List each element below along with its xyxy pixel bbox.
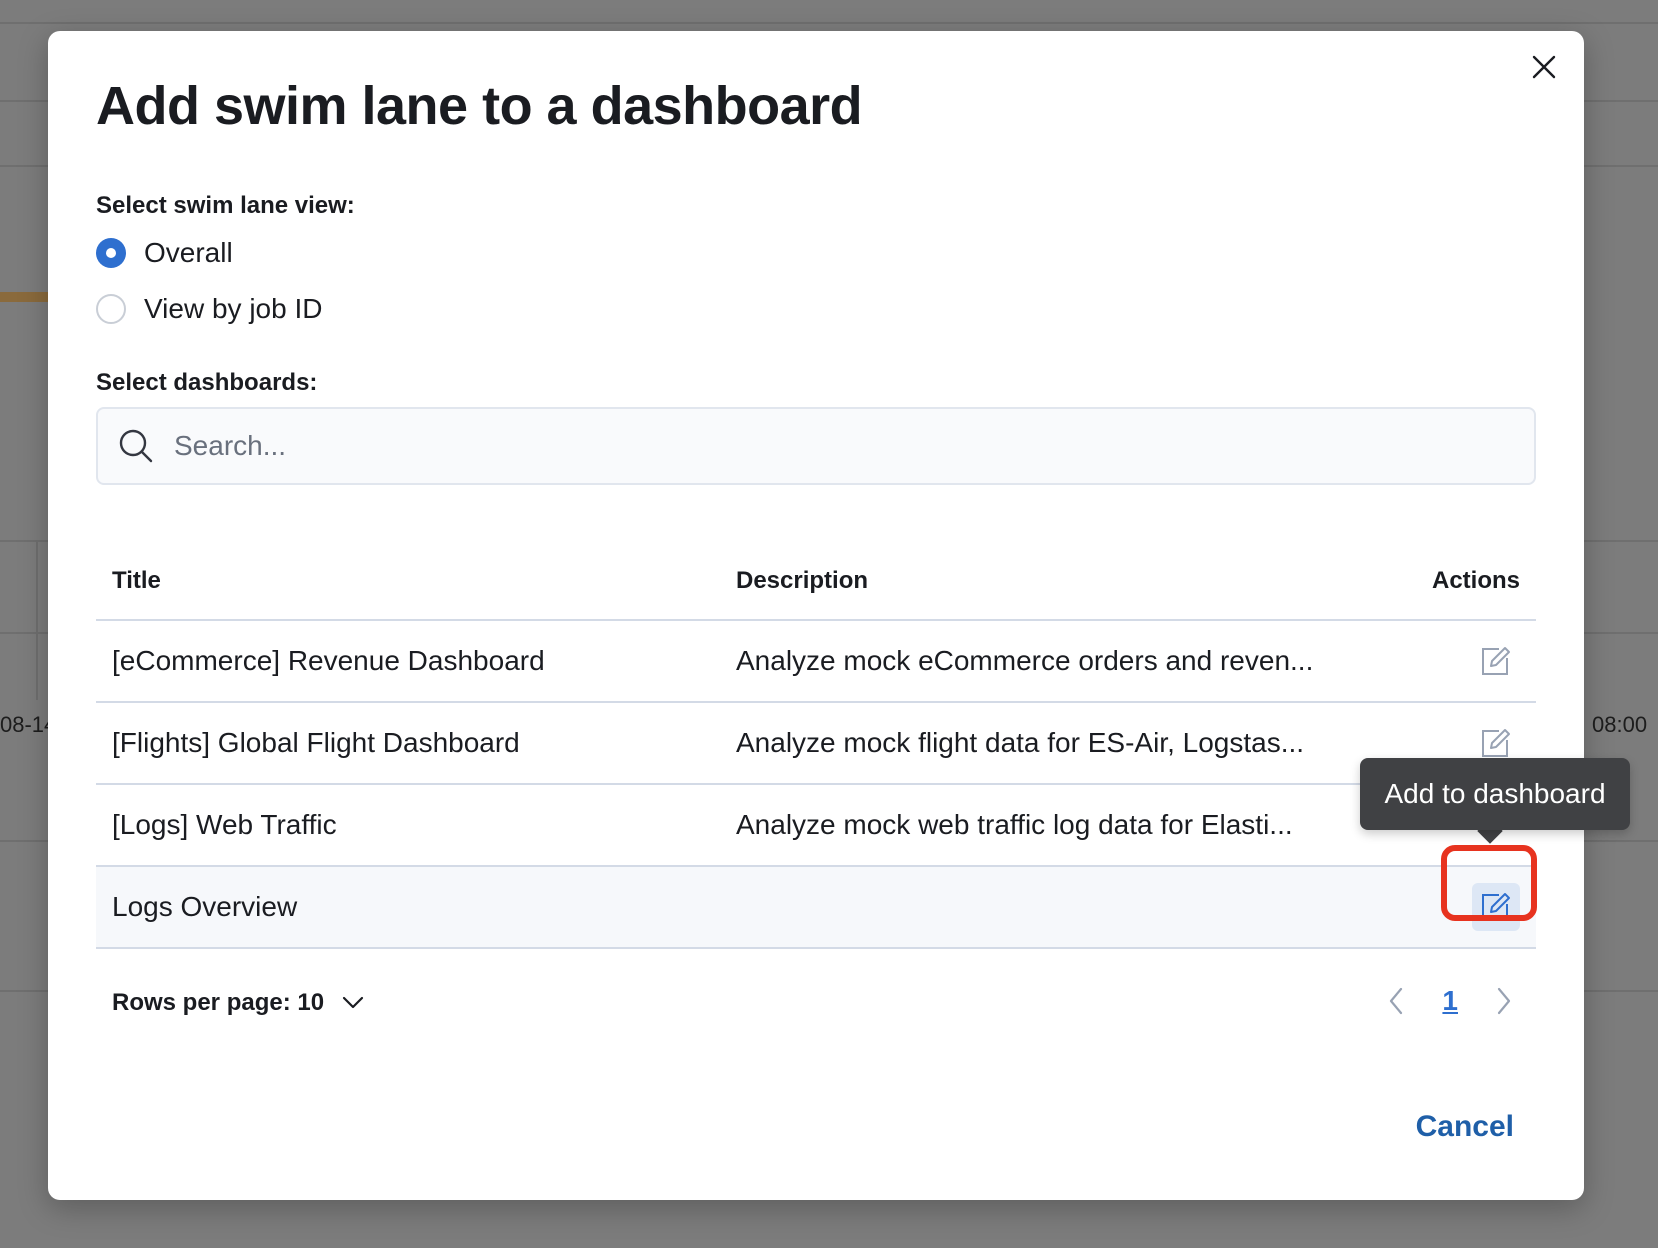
dashboards-table: Title Description Actions [eCommerce] Re… xyxy=(96,543,1536,949)
add-to-dashboard-button[interactable] xyxy=(1472,637,1520,685)
search-box[interactable] xyxy=(96,407,1536,485)
column-header-description[interactable]: Description xyxy=(736,567,1376,595)
cancel-button[interactable]: Cancel xyxy=(1410,1109,1520,1145)
radio-view-by-job-id[interactable]: View by job ID xyxy=(96,293,322,325)
edit-icon xyxy=(1482,647,1510,675)
close-icon xyxy=(1532,55,1556,79)
table-row: [Logs] Web Traffic Analyze mock web traf… xyxy=(96,785,1536,867)
background-gridline xyxy=(36,540,38,700)
search-icon xyxy=(119,429,153,463)
row-title: Logs Overview xyxy=(112,891,298,922)
column-header-actions: Actions xyxy=(1431,567,1520,594)
radio-label-overall: Overall xyxy=(144,237,233,268)
radio-button-unchecked[interactable] xyxy=(96,294,126,324)
table-row: [eCommerce] Revenue Dashboard Analyze mo… xyxy=(96,621,1536,703)
chevron-down-icon xyxy=(342,996,364,1009)
table-row: [Flights] Global Flight Dashboard Analyz… xyxy=(96,703,1536,785)
table-header: Title Description Actions xyxy=(96,543,1536,621)
search-input[interactable] xyxy=(172,429,1476,463)
row-title: [Logs] Web Traffic xyxy=(112,809,337,840)
close-button[interactable] xyxy=(1526,49,1562,85)
row-description: Analyze mock web traffic log data for El… xyxy=(736,809,1293,840)
chevron-right-icon xyxy=(1497,987,1511,1015)
select-dashboards-label: Select dashboards: xyxy=(96,369,318,396)
row-actions xyxy=(1376,637,1536,685)
next-page-button[interactable] xyxy=(1484,981,1524,1021)
modal-title: Add swim lane to a dashboard xyxy=(96,76,863,136)
background-swimlane-cell xyxy=(0,292,52,302)
background-gridline xyxy=(0,22,1658,24)
swim-lane-view-label: Select swim lane view: xyxy=(96,192,355,219)
radio-button-checked[interactable] xyxy=(96,238,126,268)
table-row: Logs Overview xyxy=(96,867,1536,949)
add-to-dashboard-tooltip: Add to dashboard xyxy=(1360,758,1630,830)
background-time-label: 08:00 xyxy=(1592,712,1648,737)
edit-icon xyxy=(1482,729,1510,757)
radio-overall[interactable]: Overall xyxy=(96,237,233,269)
page-number-button[interactable]: 1 xyxy=(1442,985,1458,1017)
rows-per-page-label: Rows per page: 10 xyxy=(112,989,325,1016)
rows-per-page-selector[interactable]: Rows per page: 10 xyxy=(112,989,364,1017)
add-to-dashboard-modal: Add swim lane to a dashboard Select swim… xyxy=(48,31,1584,1200)
radio-label-view-by-job-id: View by job ID xyxy=(144,293,323,324)
pagination: 1 xyxy=(1376,981,1524,1021)
row-description: Analyze mock flight data for ES-Air, Log… xyxy=(736,727,1305,758)
row-description: Analyze mock eCommerce orders and reven.… xyxy=(736,645,1314,676)
row-title: [Flights] Global Flight Dashboard xyxy=(112,727,520,758)
highlight-ring xyxy=(1441,845,1537,921)
chevron-left-icon xyxy=(1390,987,1403,1015)
previous-page-button[interactable] xyxy=(1376,981,1416,1021)
row-title: [eCommerce] Revenue Dashboard xyxy=(112,645,545,676)
column-header-title[interactable]: Title xyxy=(96,567,736,595)
